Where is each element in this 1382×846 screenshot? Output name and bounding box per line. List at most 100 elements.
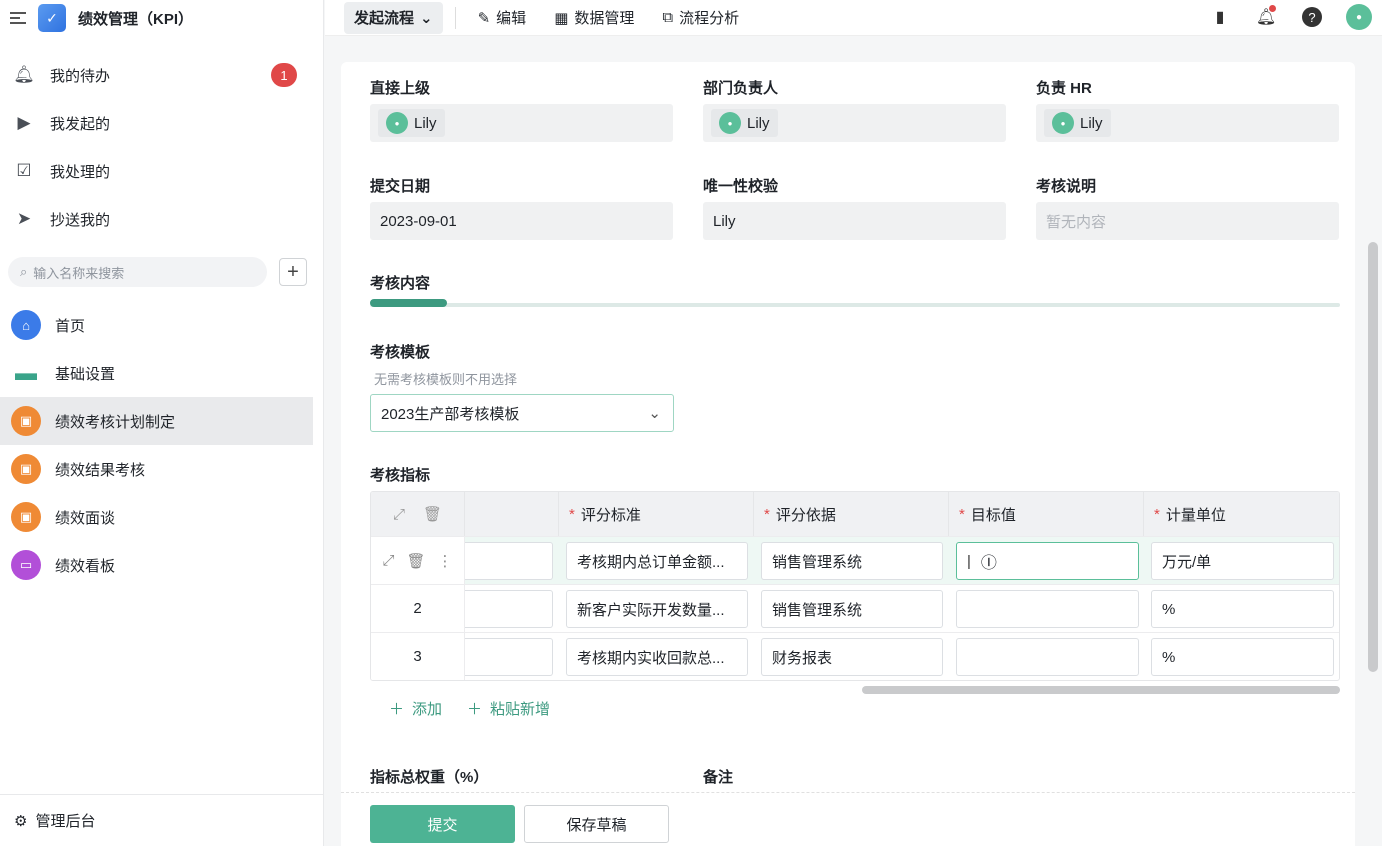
unit-input[interactable]: % — [1151, 590, 1334, 628]
paste-add-button[interactable]: ＋ 粘贴新增 — [467, 698, 550, 719]
app-basic-settings[interactable]: ▬ 基础设置 — [0, 349, 313, 397]
submit-button[interactable]: 提交 — [370, 805, 515, 843]
app-title: 绩效管理（KPI） — [78, 10, 194, 28]
hidden-col-input[interactable] — [465, 590, 553, 628]
row-index: 2 — [371, 585, 465, 632]
menu-icon[interactable] — [10, 12, 26, 24]
column-title: 计量单位 — [1165, 506, 1226, 524]
dashboard-icon: ▭ — [11, 550, 41, 580]
unit-input[interactable]: % — [1151, 638, 1334, 676]
start-flow-button[interactable]: 发起流程 ⌄ — [344, 1, 443, 34]
unit-input[interactable]: 万元/单 — [1151, 542, 1334, 580]
home-icon: ⌂ — [11, 310, 41, 340]
notification-bell-icon[interactable]: 🔔︎ — [1254, 5, 1278, 29]
standard-input[interactable]: 新客户实际开发数量... — [566, 590, 748, 628]
nav-my-todo[interactable]: 🔔︎ 我的待办 1 — [0, 51, 323, 99]
expand-icon[interactable]: ⤢ — [382, 552, 394, 569]
hidden-col-input[interactable] — [465, 542, 553, 580]
app-result[interactable]: ▣ 绩效结果考核 — [0, 445, 313, 493]
user-name: Lily — [414, 114, 437, 132]
save-draft-button[interactable]: 保存草稿 — [524, 805, 669, 843]
user-name: Lily — [747, 114, 770, 132]
book-icon[interactable]: ▮ — [1208, 5, 1232, 29]
help-icon[interactable]: ? — [1300, 5, 1324, 29]
flow-icon: ⧉ — [662, 9, 674, 26]
description-label: 考核说明 — [1036, 178, 1097, 195]
standard-input[interactable]: 考核期内总订单金额... — [566, 542, 748, 580]
hr-field[interactable]: ● Lily — [1036, 104, 1339, 142]
notification-dot — [1269, 5, 1276, 12]
header-basis: * 评分依据 — [754, 492, 949, 536]
bell-icon: 🔔︎ — [13, 65, 35, 84]
target-input[interactable]: | Ⓘ — [956, 542, 1139, 580]
search-input[interactable]: ⌕ 输入名称来搜索 — [8, 257, 267, 287]
avatar: ● — [719, 112, 741, 134]
expand-icon[interactable]: ⤢ — [393, 506, 405, 523]
basis-input[interactable]: 财务报表 — [761, 638, 943, 676]
data-management-button[interactable]: ▦ 数据管理 — [544, 2, 644, 34]
unique-check-field[interactable]: Lily — [703, 202, 1006, 240]
template-select[interactable]: 2023生产部考核模板 ⌄ — [370, 394, 674, 432]
app-plan[interactable]: ▣ 绩效考核计划制定 — [0, 397, 313, 445]
admin-label: 管理后台 — [35, 813, 96, 830]
template-hint: 无需考核模板则不用选择 — [374, 372, 518, 387]
column-title: 评分依据 — [775, 506, 836, 524]
app-label: 绩效考核计划制定 — [55, 413, 176, 431]
nav-cc-me[interactable]: ➤ 抄送我的 — [0, 195, 323, 243]
tab-assessment-content[interactable]: 考核内容 — [370, 272, 430, 293]
direct-superior-label: 直接上级 — [370, 80, 431, 97]
table-row: 2 新客户实际开发数量... 销售管理系统 % — [371, 584, 1339, 632]
more-icon[interactable]: ⋮ — [438, 552, 453, 570]
table-row: ⤢ 🗑︎ ⋮ 考核期内总订单金额... 销售管理系统 | Ⓘ 万元/单 — [371, 536, 1339, 584]
standard-input[interactable]: 考核期内实收回款总... — [566, 638, 748, 676]
dept-head-field[interactable]: ● Lily — [703, 104, 1006, 142]
hidden-col-input[interactable] — [465, 638, 553, 676]
flow-analysis-button[interactable]: ⧉ 流程分析 — [652, 2, 749, 34]
avatar: ● — [1052, 112, 1074, 134]
row-index: 3 — [371, 633, 465, 680]
submit-date-field[interactable]: 2023-09-01 — [370, 202, 673, 240]
app-interview[interactable]: ▣ 绩效面谈 — [0, 493, 313, 541]
total-weight-label: 指标总权重（%） — [370, 769, 489, 786]
user-chip: ● Lily — [1044, 109, 1111, 137]
app-dashboard[interactable]: ▭ 绩效看板 — [0, 541, 313, 589]
page-vertical-scrollbar[interactable] — [1368, 242, 1378, 672]
header-target: * 目标值 — [949, 492, 1144, 536]
indicators-label: 考核指标 — [370, 467, 431, 484]
send-icon: ➤ — [16, 209, 32, 228]
trash-icon[interactable]: 🗑︎ — [423, 505, 442, 523]
app-label: 基础设置 — [55, 365, 116, 383]
edit-button[interactable]: ✎ 编辑 — [468, 2, 537, 34]
app-label: 首页 — [55, 317, 86, 335]
add-row-button[interactable]: ＋ 添加 — [389, 698, 442, 719]
todo-count-badge: 1 — [271, 63, 297, 87]
topbar: 发起流程 ⌄ ✎ 编辑 ▦ 数据管理 ⧉ 流程分析 ▮ 🔔︎ ? ● — [325, 0, 1382, 36]
target-input[interactable] — [956, 638, 1139, 676]
app-label: 绩效结果考核 — [55, 461, 146, 479]
add-label: 添加 — [412, 701, 443, 718]
basis-input[interactable]: 销售管理系统 — [761, 542, 943, 580]
remark-label: 备注 — [703, 769, 734, 786]
header-standard: * 评分标准 — [559, 492, 754, 536]
user-name: Lily — [1080, 114, 1103, 132]
user-avatar[interactable]: ● — [1346, 4, 1372, 30]
indicators-table: ⤢ 🗑︎ * 评分标准 * 评分依据 * 目标值 * 计量单位 ⤢ 🗑︎ ⋮ 考核期内总订单金… — [370, 491, 1340, 681]
header-actions: ⤢ 🗑︎ — [371, 492, 465, 536]
description-field[interactable]: 暂无内容 — [1036, 202, 1339, 240]
trash-icon[interactable]: 🗑︎ — [406, 552, 425, 570]
text-cursor-icon: Ⓘ — [980, 555, 997, 572]
search-placeholder: 输入名称来搜索 — [33, 265, 125, 281]
app-header: ✓ 绩效管理（KPI） — [0, 0, 323, 36]
basis-input[interactable]: 销售管理系统 — [761, 590, 943, 628]
app-home[interactable]: ⌂ 首页 — [0, 301, 313, 349]
pencil-icon: ✎ — [477, 9, 491, 27]
add-app-button[interactable]: + — [279, 258, 307, 286]
admin-console-link[interactable]: ⚙ 管理后台 — [0, 794, 323, 846]
nav-my-processed[interactable]: ☑ 我处理的 — [0, 147, 323, 195]
nav-my-initiated[interactable]: ▶ 我发起的 — [0, 99, 323, 147]
target-input[interactable] — [956, 590, 1139, 628]
paste-add-label: 粘贴新增 — [490, 701, 551, 718]
header-unit: * 计量单位 — [1144, 492, 1339, 536]
direct-superior-field[interactable]: ● Lily — [370, 104, 673, 142]
table-horizontal-scrollbar[interactable] — [862, 686, 1340, 694]
